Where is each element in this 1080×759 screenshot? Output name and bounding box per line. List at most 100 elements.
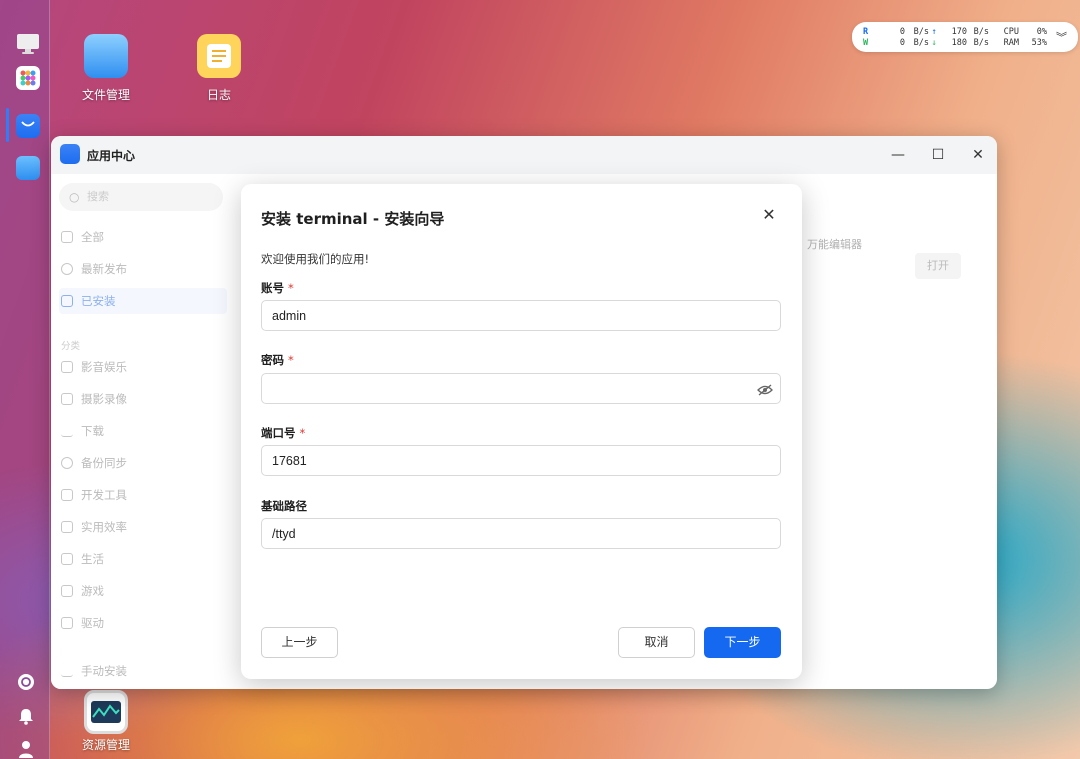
sidebar-item-life[interactable]: 生活 [59,546,227,572]
sync-icon[interactable] [16,672,38,694]
port-input[interactable] [261,445,781,476]
system-monitor-widget[interactable]: R 0 B/s ↑ 170 B/s CPU 0% W 0 B/s ↓ 180 B… [852,22,1078,52]
minimize-button[interactable]: — [887,144,909,166]
read-label: R [863,27,869,37]
close-window-button[interactable]: ✕ [967,144,989,166]
file-manager-dock-icon[interactable] [16,156,40,180]
log-icon [197,34,241,78]
camera-icon [61,393,73,405]
base-path-label-text: 基础路径 [261,499,307,513]
code-icon [61,489,73,501]
clock-icon [61,263,73,275]
password-label: 密码 * [261,352,294,368]
user-icon[interactable] [16,738,38,759]
app-card-name: 万能编辑器 [807,238,862,251]
base-path-input[interactable] [261,518,781,549]
ram-value: 53% [1031,38,1047,48]
window-title: 应用中心 [87,149,136,163]
window-titlebar[interactable]: 应用中心 — ☐ ✕ [51,136,997,174]
upload-icon [61,665,73,677]
sidebar-item-drivers[interactable]: 驱动 [59,610,227,636]
sidebar-item-download[interactable]: 下载 [59,418,227,444]
sidebar-item-label: 手动安装 [81,664,127,678]
sidebar-item-label: 最新发布 [81,262,127,276]
sidebar-item-label: 生活 [81,552,104,566]
sidebar-item-label: 实用效率 [81,520,127,534]
next-step-button[interactable]: 下一步 [704,627,781,658]
dialog-title: 安装 terminal - 安装向导 [261,210,445,228]
sidebar-item-label: 已安装 [81,294,116,308]
bell-icon[interactable] [16,706,38,728]
sync-arrows-icon [61,457,73,469]
upload-unit: B/s [973,27,989,37]
sidebar-item-label: 游戏 [81,584,104,598]
desktop-icon-label: 文件管理 [81,88,130,102]
cpu-label: CPU [1003,27,1019,37]
write-label: W [863,38,869,48]
search-icon: ○ [69,190,80,204]
sidebar-item-label: 下载 [81,424,104,438]
port-label-text: 端口号 [261,426,296,440]
cpu-value: 0% [1036,27,1047,37]
sidebar-item-label: 影音娱乐 [81,360,127,374]
prev-step-button[interactable]: 上一步 [261,627,338,658]
search-placeholder: 搜索 [87,190,109,203]
sidebar-item-installed[interactable]: 已安装 [59,288,227,314]
folder-icon [84,34,128,78]
sidebar-item-label: 摄影录像 [81,392,127,406]
sidebar-item-label: 开发工具 [81,488,127,502]
desktop-icon-log[interactable]: 日志 [174,34,264,103]
read-speed: 0 [899,27,905,37]
eye-hidden-icon[interactable] [757,381,773,396]
port-label: 端口号 * [261,425,305,441]
video-icon [61,361,73,373]
open-app-button[interactable]: 打开 [915,253,961,279]
required-mark: * [288,353,294,367]
write-speed: 0 [899,38,905,48]
desktop-icon-file-manager[interactable]: 文件管理 [61,34,151,103]
password-input[interactable] [261,373,781,404]
left-dock [0,0,50,759]
app-grid-icon[interactable] [16,66,40,90]
desktop-icon-label: 日志 [206,88,231,102]
write-unit: B/s [913,38,929,48]
sidebar-item-all[interactable]: 全部 [59,224,227,250]
cancel-button[interactable]: 取消 [618,627,695,658]
download-icon [61,425,73,437]
sidebar-item-label: 全部 [81,230,104,244]
search-input[interactable]: ○ 搜索 [59,183,223,211]
sidebar-item-label: 驱动 [81,616,104,630]
welcome-text: 欢迎使用我们的应用! [261,252,370,266]
cube-icon [61,617,73,629]
sidebar-item-devtools[interactable]: 开发工具 [59,482,227,508]
sidebar-item-label: 备份同步 [81,456,127,470]
installed-icon [61,295,73,307]
briefcase-icon [61,521,73,533]
account-label-text: 账号 [261,281,284,295]
sidebar-item-media[interactable]: 影音娱乐 [59,354,227,380]
sidebar-item-games[interactable]: 游戏 [59,578,227,604]
download-arrow-icon: ↓ [931,38,937,48]
active-app-indicator [6,108,9,142]
sidebar-item-latest[interactable]: 最新发布 [59,256,227,282]
sidebar-item-backup[interactable]: 备份同步 [59,450,227,476]
resource-monitor-icon [84,690,128,734]
account-label: 账号 * [261,280,294,296]
sidebar-item-manual-install[interactable]: 手动安装 [59,658,227,684]
desktop-icon[interactable] [16,32,40,56]
maximize-button[interactable]: ☐ [927,144,949,166]
account-input[interactable] [261,300,781,331]
close-dialog-button[interactable]: ✕ [760,206,778,224]
expand-chevron-icon[interactable]: ︾ [1056,29,1067,45]
desktop-icon-label: 资源管理 [81,738,130,752]
sidebar-item-photo[interactable]: 摄影录像 [59,386,227,412]
cup-icon [61,553,73,565]
read-unit: B/s [913,27,929,37]
app-center-icon[interactable] [16,114,40,138]
category-heading: 分类 [61,341,81,352]
password-label-text: 密码 [261,353,284,367]
install-wizard-dialog: 安装 terminal - 安装向导 ✕ 欢迎使用我们的应用! 账号* 密码* … [241,184,802,679]
sidebar-item-productivity[interactable]: 实用效率 [59,514,227,540]
ram-label: RAM [1003,38,1019,48]
desktop-icon-resource-manager[interactable]: 资源管理 [61,690,151,753]
